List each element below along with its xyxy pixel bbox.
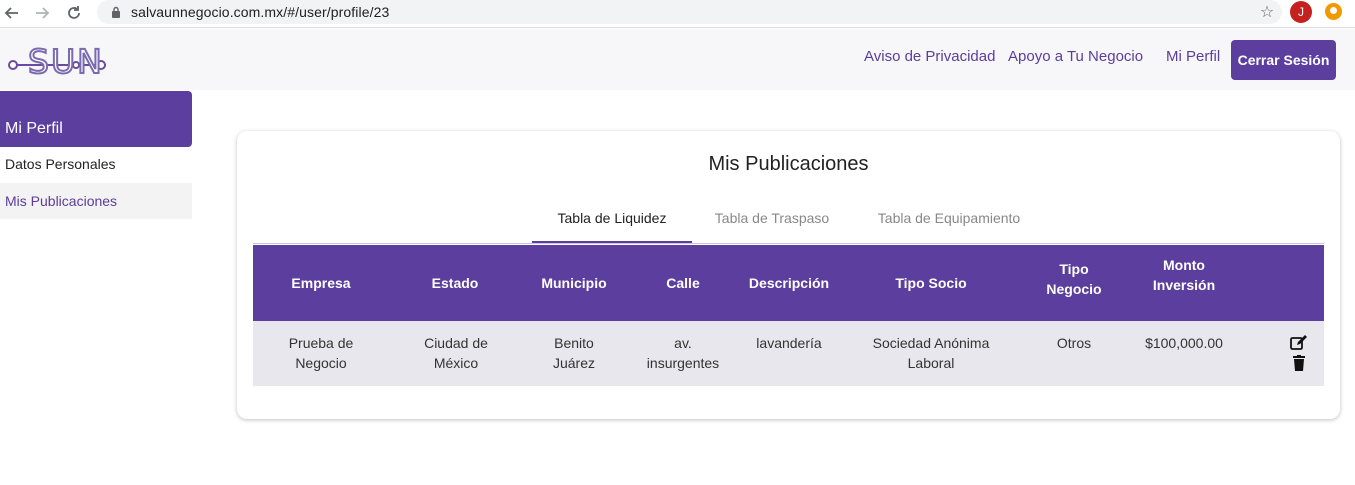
- cell-tipo-socio: Sociedad Anónima Laboral: [872, 335, 990, 371]
- tabs-divider: [253, 243, 1324, 244]
- app-header: SUN Aviso de Privacidad Apoyo a Tu Negoc…: [0, 29, 1355, 90]
- nav-link-aviso-privacidad[interactable]: Aviso de Privacidad: [864, 48, 995, 65]
- page-title: Mis Publicaciones: [708, 153, 869, 175]
- cell-tipo-negocio: Otros: [1056, 335, 1092, 351]
- cell-empresa: Prueba de Negocio: [288, 335, 354, 371]
- column-header-descripcion[interactable]: Descripción: [739, 245, 839, 321]
- cell-descripcion: lavandería: [756, 335, 822, 351]
- cell-monto-inversion: $100,000.00: [1145, 335, 1223, 351]
- tab-liquidez[interactable]: Tabla de Liquidez: [532, 203, 692, 243]
- logo-text: SUN: [27, 42, 104, 82]
- edit-icon[interactable]: [1290, 335, 1308, 351]
- sidebar-item-mis-publicaciones[interactable]: Mis Publicaciones: [0, 183, 192, 219]
- table-row: Prueba de Negocio Ciudad de México Benit…: [253, 321, 1324, 386]
- logout-button[interactable]: Cerrar Sesión: [1231, 40, 1336, 80]
- lock-icon: [112, 6, 120, 18]
- column-header-empresa[interactable]: Empresa: [253, 245, 389, 321]
- nav-link-apoyo-negocio[interactable]: Apoyo a Tu Negocio: [1008, 48, 1143, 65]
- profile-avatar[interactable]: J: [1290, 1, 1312, 23]
- table-header: Empresa Estado Municipio Calle Descripci…: [253, 245, 1324, 321]
- column-header-tipo-socio[interactable]: Tipo Socio: [839, 245, 1023, 321]
- column-header-monto-inversion[interactable]: Monto Inversión: [1139, 255, 1229, 295]
- browser-toolbar: salvaunnegocio.com.mx/#/user/profile/23 …: [0, 0, 1355, 28]
- forward-icon[interactable]: [30, 1, 54, 25]
- sidebar-header: Mi Perfil: [0, 91, 192, 147]
- sidebar-item-datos-personales[interactable]: Datos Personales: [0, 146, 192, 182]
- back-icon[interactable]: [0, 1, 24, 25]
- cell-estado: Ciudad de México: [424, 335, 488, 371]
- url-text: salvaunnegocio.com.mx/#/user/profile/23: [131, 4, 390, 20]
- sidebar-item-label: Datos Personales: [5, 156, 116, 172]
- sidebar-item-label: Mis Publicaciones: [5, 193, 118, 209]
- trash-icon[interactable]: [1290, 355, 1308, 371]
- address-bar[interactable]: salvaunnegocio.com.mx/#/user/profile/23 …: [97, 0, 1282, 24]
- extension-icon[interactable]: [1325, 3, 1342, 20]
- publications-card: Mis Publicaciones Tabla de Liquidez Tabl…: [237, 131, 1340, 419]
- tab-equipamiento[interactable]: Tabla de Equipamiento: [861, 203, 1037, 243]
- reload-icon[interactable]: [62, 1, 86, 25]
- nav-link-mi-perfil[interactable]: Mi Perfil: [1166, 48, 1220, 65]
- sidebar-title: Mi Perfil: [5, 120, 63, 137]
- bookmark-star-icon[interactable]: ☆: [1252, 0, 1282, 24]
- column-header-municipio[interactable]: Municipio: [521, 245, 627, 321]
- column-header-tipo-negocio[interactable]: Tipo Negocio: [1039, 255, 1109, 299]
- tab-traspaso[interactable]: Tabla de Traspaso: [697, 203, 847, 243]
- column-header-estado[interactable]: Estado: [389, 245, 521, 321]
- column-header-calle[interactable]: Calle: [627, 245, 739, 321]
- sun-logo[interactable]: SUN: [8, 42, 112, 82]
- cell-calle: av. insurgentes: [646, 335, 720, 371]
- cell-municipio: Benito Juárez: [552, 335, 596, 371]
